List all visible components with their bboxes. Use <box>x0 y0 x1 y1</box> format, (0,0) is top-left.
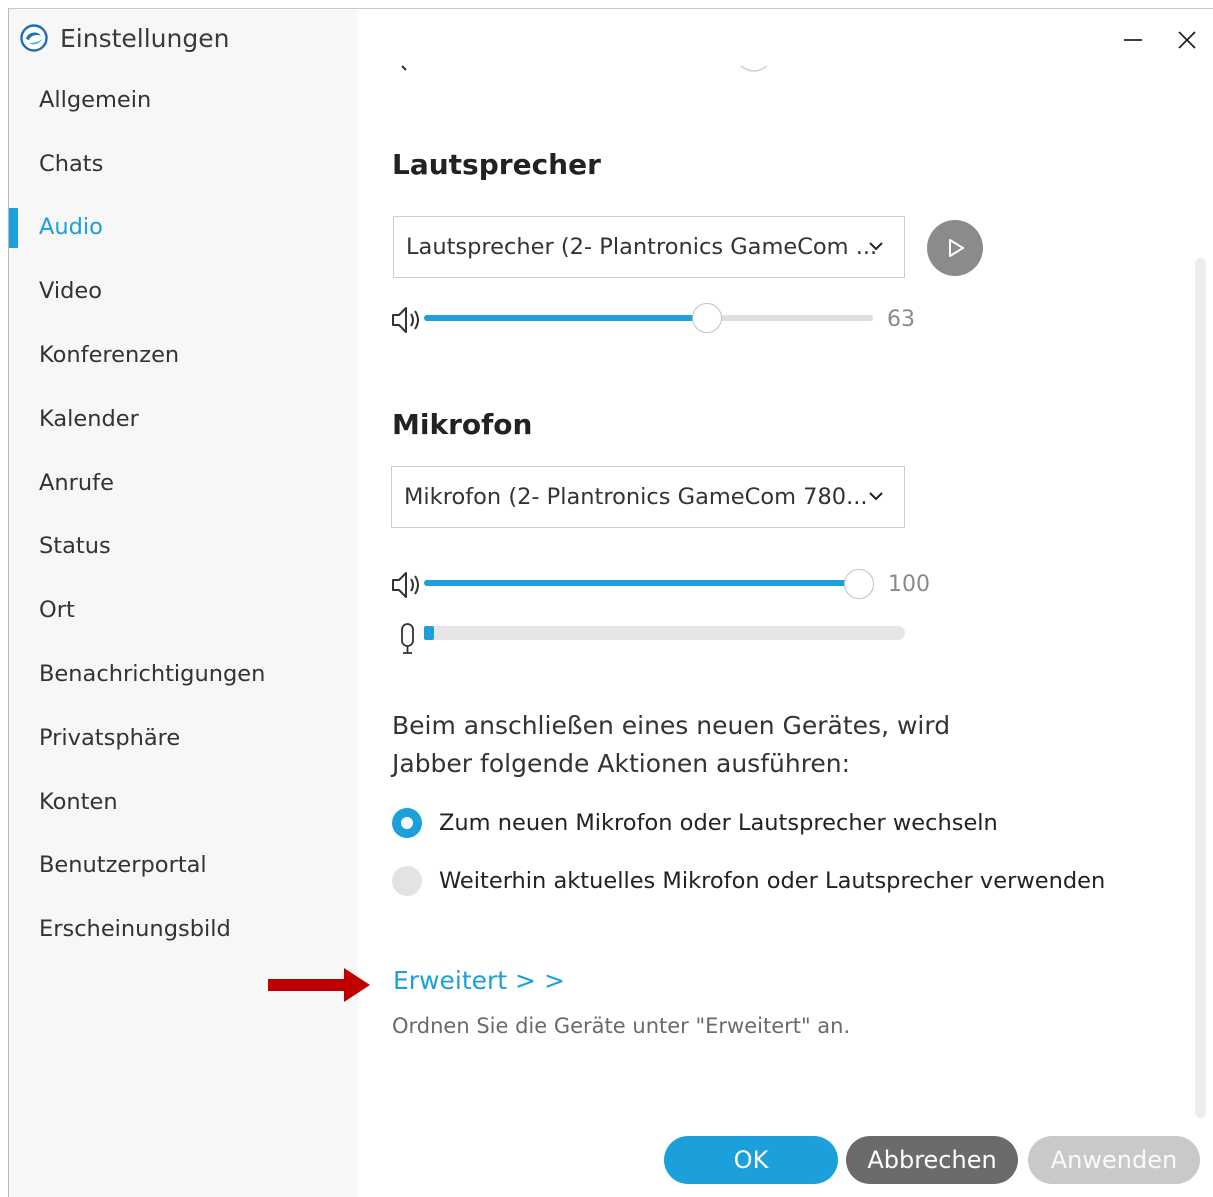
sidebar-item-audio[interactable]: Audio <box>9 196 358 260</box>
jabber-logo-icon <box>20 24 48 52</box>
sidebar-item-label: Konten <box>39 788 118 815</box>
mic-input-level-meter <box>424 626 905 640</box>
mic-volume-fill <box>424 580 859 586</box>
speaker-volume-icon <box>392 572 419 598</box>
mic-volume-thumb[interactable] <box>844 569 874 599</box>
mic-input-level-fill <box>424 626 434 640</box>
play-icon <box>949 239 964 257</box>
speaker-volume-slider[interactable] <box>424 315 873 321</box>
scrollbar[interactable] <box>1195 258 1206 1118</box>
sidebar-item-label: Benachrichtigungen <box>39 661 266 688</box>
sidebar-item-label: Anrufe <box>39 469 114 496</box>
sidebar-item-status[interactable]: Status <box>9 515 358 579</box>
radio-option-switch-device[interactable]: Zum neuen Mikrofon oder Lautsprecher wec… <box>392 808 998 838</box>
chevron-down-icon <box>869 242 883 251</box>
sidebar-item-label: Video <box>39 278 103 305</box>
sidebar-item-label: Allgemein <box>39 86 152 113</box>
sidebar-item-label: Privatsphäre <box>39 724 181 751</box>
sidebar-item-label: Status <box>39 533 111 560</box>
speaker-volume-thumb[interactable] <box>691 303 722 333</box>
minimize-button[interactable] <box>1115 22 1151 58</box>
mic-heading: Mikrofon <box>392 408 533 441</box>
cancel-button[interactable]: Abbrechen <box>846 1136 1018 1184</box>
close-icon <box>1178 31 1196 49</box>
sidebar-item-privatsphäre[interactable]: Privatsphäre <box>9 706 358 770</box>
mic-device-value: Mikrofon (2- Plantronics GameCom 780... <box>404 484 868 510</box>
ok-button[interactable]: OK <box>664 1136 838 1184</box>
radio-label: Weiterhin aktuelles Mikrofon oder Lautsp… <box>439 868 1106 894</box>
speaker-volume-fill <box>424 315 707 321</box>
sidebar-item-anrufe[interactable]: Anrufe <box>9 451 358 515</box>
speaker-device-select[interactable]: Lautsprecher (2- Plantronics GameCom ... <box>393 216 905 278</box>
sidebar-item-label: Kalender <box>39 405 139 432</box>
sidebar-item-chats[interactable]: Chats <box>9 132 358 196</box>
minimize-icon <box>1124 39 1142 41</box>
scrolled-content-fragment <box>401 65 407 71</box>
scrolled-content-fragment <box>740 65 768 72</box>
title-bar: Einstellungen <box>20 22 229 54</box>
window-title: Einstellungen <box>60 23 230 53</box>
radio-unselected[interactable] <box>392 866 422 896</box>
microphone-icon <box>401 623 414 654</box>
speaker-volume-icon <box>392 307 419 333</box>
speaker-volume-value: 63 <box>887 307 915 332</box>
sidebar-item-label: Konferenzen <box>39 342 180 369</box>
radio-label: Zum neuen Mikrofon oder Lautsprecher wec… <box>439 810 998 836</box>
sidebar-item-benutzerportal[interactable]: Benutzerportal <box>9 834 358 898</box>
sidebar-item-label: Chats <box>39 150 104 177</box>
sidebar-item-erscheinungsbild[interactable]: Erscheinungsbild <box>9 897 358 961</box>
chevron-down-icon <box>869 492 883 501</box>
speaker-heading: Lautsprecher <box>392 148 601 181</box>
sidebar-item-label: Benutzerportal <box>39 852 207 879</box>
apply-button[interactable]: Anwenden <box>1028 1136 1200 1184</box>
sidebar-nav: Allgemein Chats Audio Video Konferenzen Kalen… <box>9 68 358 961</box>
advanced-link[interactable]: Erweitert > > <box>393 966 565 995</box>
sidebar-item-label: Audio <box>39 214 103 241</box>
advanced-hint: Ordnen Sie die Geräte unter "Erweitert" … <box>392 1014 851 1038</box>
mic-device-select[interactable]: Mikrofon (2- Plantronics GameCom 780... <box>391 466 905 528</box>
sidebar-item-label: Ort <box>39 597 75 624</box>
sidebar-item-label: Erscheinungsbild <box>39 916 231 943</box>
sidebar-item-konten[interactable]: Konten <box>9 770 358 834</box>
radio-selected[interactable] <box>392 808 422 838</box>
sidebar-item-allgemein[interactable]: Allgemein <box>9 68 358 132</box>
mic-volume-value: 100 <box>888 572 930 597</box>
annotation-arrow-icon <box>268 968 370 1002</box>
mic-volume-slider[interactable] <box>424 580 859 586</box>
speaker-device-value: Lautsprecher (2- Plantronics GameCom ... <box>406 234 878 260</box>
speaker-test-play-button[interactable] <box>927 220 983 276</box>
sidebar-item-kalender[interactable]: Kalender <box>9 387 358 451</box>
close-button[interactable] <box>1169 22 1205 58</box>
sidebar-item-benachrichtigungen[interactable]: Benachrichtigungen <box>9 642 358 706</box>
new-device-description: Beim anschließen eines neuen Gerätes, wi… <box>392 711 951 778</box>
sidebar-item-video[interactable]: Video <box>9 259 358 323</box>
radio-option-keep-device[interactable]: Weiterhin aktuelles Mikrofon oder Lautsp… <box>392 866 1105 896</box>
sidebar-item-ort[interactable]: Ort <box>9 578 358 642</box>
sidebar-item-konferenzen[interactable]: Konferenzen <box>9 323 358 387</box>
